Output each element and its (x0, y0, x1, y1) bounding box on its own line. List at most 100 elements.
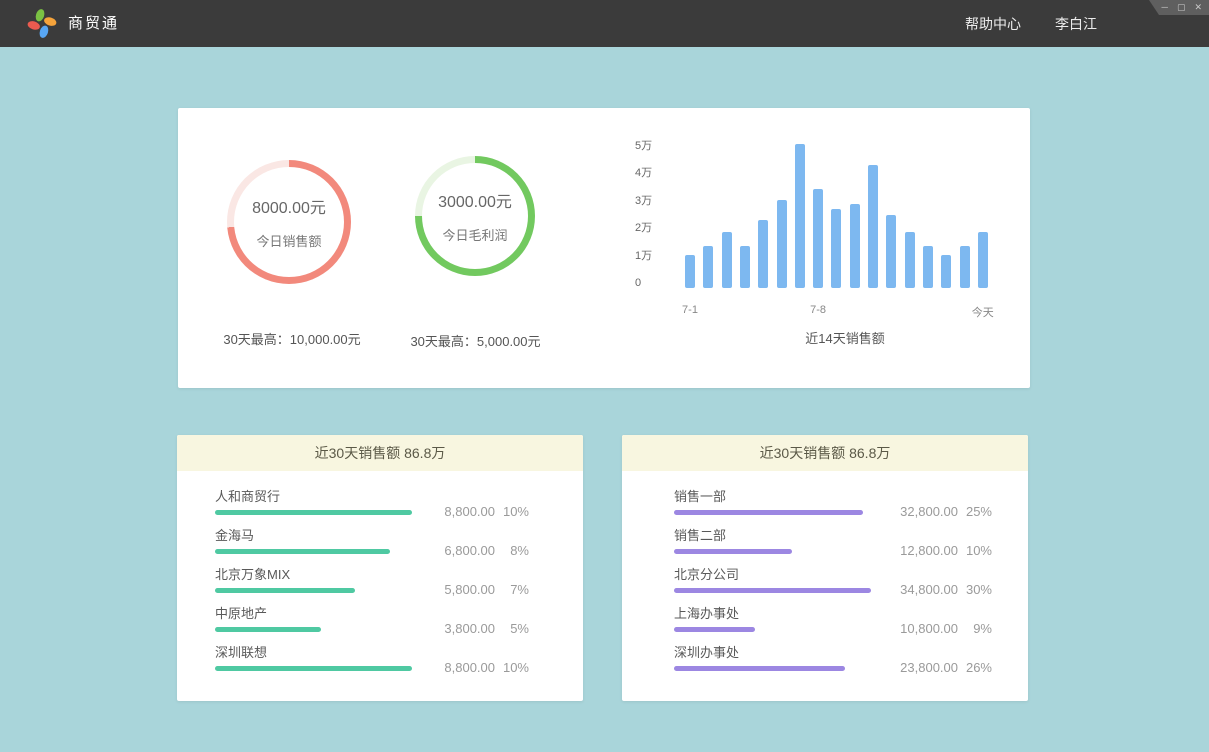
item-amount: 10,800.00 (868, 621, 958, 636)
today-sales-gauge-center: 8000.00元 今日销售额 (234, 167, 344, 277)
item-amount: 12,800.00 (868, 543, 958, 558)
item-name: 中原地产 (215, 606, 583, 621)
list-item: 销售一部32,800.0025% (674, 489, 1028, 528)
item-name: 深圳联想 (215, 645, 583, 660)
maximize-icon[interactable]: ▢ (1177, 0, 1186, 15)
item-percent: 8% (495, 543, 529, 558)
sales-bar (685, 255, 695, 288)
today-profit-max-note: 30天最高：5,000.00元 (368, 331, 583, 350)
item-bar-area (215, 510, 412, 515)
item-bar-area (674, 666, 871, 671)
item-values: 12,800.0010% (868, 543, 992, 558)
y-axis-tick: 2万 (635, 221, 669, 235)
x-axis-tick: 7-8 (788, 304, 848, 316)
item-bar (674, 666, 845, 671)
item-bar (674, 588, 871, 593)
list-item: 销售二部12,800.0010% (674, 528, 1028, 567)
item-bar (215, 666, 412, 671)
today-sales-value: 8000.00元 (252, 194, 326, 218)
sales-bar (850, 204, 860, 288)
item-values: 8,800.0010% (405, 504, 529, 519)
item-values: 32,800.0025% (868, 504, 992, 519)
item-amount: 34,800.00 (868, 582, 958, 597)
item-percent: 26% (958, 660, 992, 675)
y-axis-tick: 3万 (635, 194, 669, 208)
item-percent: 10% (495, 660, 529, 675)
item-values: 23,800.0026% (868, 660, 992, 675)
y-axis-tick: 5万 (635, 139, 669, 153)
item-bar (674, 627, 755, 632)
item-name: 深圳办事处 (674, 645, 1028, 660)
overview-card: 8000.00元 今日销售额 30天最高：10,000.00元 3000.00元… (178, 108, 1030, 388)
sales-bar (813, 189, 823, 288)
item-amount: 3,800.00 (405, 621, 495, 636)
item-percent: 30% (958, 582, 992, 597)
list-item: 北京万象MIX5,800.007% (215, 567, 583, 606)
sales-bar (795, 144, 805, 288)
item-bar (674, 549, 792, 554)
close-icon[interactable]: ✕ (1194, 0, 1202, 15)
item-percent: 7% (495, 582, 529, 597)
item-bar (215, 510, 412, 515)
list-item: 金海马6,800.008% (215, 528, 583, 567)
item-amount: 23,800.00 (868, 660, 958, 675)
sales-bar (740, 246, 750, 289)
list-item: 深圳办事处23,800.0026% (674, 645, 1028, 684)
item-name: 销售一部 (674, 489, 1028, 504)
customer-sales-ranking-card: 近30天销售额 86.8万 人和商贸行8,800.0010%金海马6,800.0… (177, 435, 583, 701)
sales-bar (923, 246, 933, 289)
app-title: 商贸通 (68, 0, 119, 47)
item-amount: 5,800.00 (405, 582, 495, 597)
item-percent: 10% (495, 504, 529, 519)
sales-bar (703, 246, 713, 289)
item-name: 金海马 (215, 528, 583, 543)
item-amount: 32,800.00 (868, 504, 958, 519)
list-item: 深圳联想8,800.0010% (215, 645, 583, 684)
item-values: 5,800.007% (405, 582, 529, 597)
sales-bar (941, 255, 951, 288)
minimize-icon[interactable]: ─ (1162, 0, 1168, 15)
today-sales-caption: 今日销售额 (256, 231, 321, 250)
item-bar (215, 627, 321, 632)
item-percent: 25% (958, 504, 992, 519)
y-axis-tick: 4万 (635, 166, 669, 180)
item-amount: 8,800.00 (405, 660, 495, 675)
ranking-list: 人和商贸行8,800.0010%金海马6,800.008%北京万象MIX5,80… (177, 471, 583, 684)
y-axis-tick: 1万 (635, 249, 669, 263)
item-amount: 6,800.00 (405, 543, 495, 558)
today-sales-gauge: 8000.00元 今日销售额 (227, 160, 351, 284)
x-axis-tick: 7-1 (660, 304, 720, 316)
ranking-list: 销售一部32,800.0025%销售二部12,800.0010%北京分公司34,… (622, 471, 1028, 684)
user-menu[interactable]: 李白江 (1055, 14, 1097, 34)
sales-bar (831, 209, 841, 289)
today-profit-gauge: 3000.00元 今日毛利润 (415, 156, 535, 276)
window-controls: ─ ▢ ✕ (1149, 0, 1209, 15)
sales-bar (905, 232, 915, 288)
bar-chart-bars (685, 138, 997, 288)
bar-chart-title: 近14天销售额 (685, 328, 1005, 347)
item-values: 10,800.009% (868, 621, 992, 636)
item-bar-area (674, 588, 871, 593)
item-name: 销售二部 (674, 528, 1028, 543)
sales-bar (777, 200, 787, 288)
item-name: 上海办事处 (674, 606, 1028, 621)
pinwheel-logo-icon (26, 8, 58, 39)
sales-bar (978, 232, 988, 288)
item-bar-area (674, 549, 871, 554)
item-bar (215, 549, 390, 554)
sales-bar (886, 215, 896, 288)
item-bar-area (674, 510, 871, 515)
item-name: 人和商贸行 (215, 489, 583, 504)
item-bar-area (215, 627, 412, 632)
list-item: 人和商贸行8,800.0010% (215, 489, 583, 528)
item-percent: 9% (958, 621, 992, 636)
sales-bar (758, 220, 768, 289)
sales-bar (868, 165, 878, 288)
help-center-link[interactable]: 帮助中心 (965, 14, 1021, 34)
ranking-card-title: 近30天销售额 86.8万 (177, 435, 583, 471)
item-percent: 10% (958, 543, 992, 558)
item-values: 3,800.005% (405, 621, 529, 636)
today-profit-gauge-center: 3000.00元 今日毛利润 (422, 163, 528, 269)
item-bar-area (215, 666, 412, 671)
item-bar (215, 588, 355, 593)
